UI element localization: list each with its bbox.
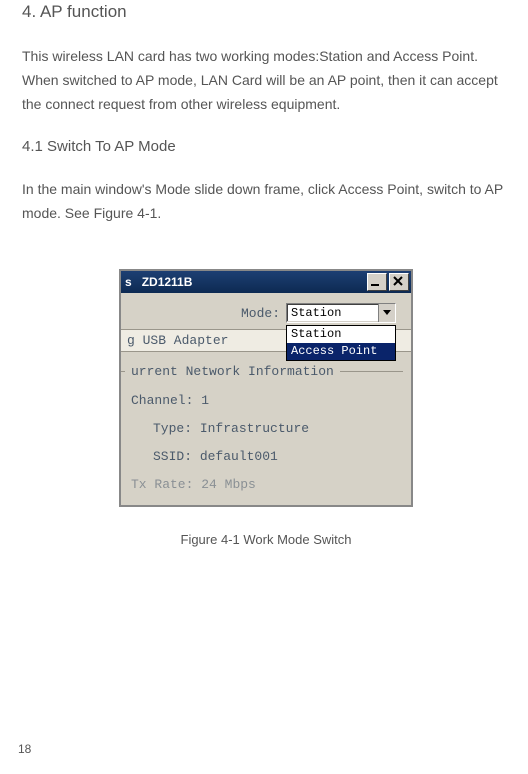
title-bar: s ZD1211B	[121, 271, 411, 293]
page: 4. AP function This wireless LAN card ha…	[0, 0, 528, 774]
device-name: ZD1211B	[142, 275, 193, 289]
window-buttons	[367, 273, 409, 291]
combobox-arrow-button[interactable]	[378, 304, 395, 322]
title-prefix: s	[125, 275, 132, 289]
type-row: Type: Infrastructure	[131, 415, 399, 443]
group-line	[121, 371, 125, 372]
txrate-value: 24 Mbps	[201, 477, 256, 492]
network-info-group: urrent Network Information Channel: 1 Ty…	[121, 364, 403, 505]
app-window: s ZD1211B	[119, 269, 413, 507]
mode-row: Mode: Station	[121, 293, 411, 329]
page-number: 18	[18, 742, 31, 756]
ssid-value: default001	[200, 449, 278, 464]
channel-label: Channel:	[131, 393, 193, 408]
figure: s ZD1211B	[22, 269, 510, 547]
ssid-label: SSID:	[153, 449, 192, 464]
minimize-button[interactable]	[367, 273, 387, 291]
close-icon	[390, 274, 406, 288]
section-title: 4. AP function	[22, 0, 510, 22]
mode-combobox[interactable]: Station	[286, 303, 396, 323]
ssid-row: SSID: default001	[131, 443, 399, 471]
channel-value: 1	[201, 393, 209, 408]
minimize-icon	[368, 274, 384, 288]
chevron-down-icon	[383, 310, 391, 316]
close-button[interactable]	[389, 273, 409, 291]
subsection-title: 4.1 Switch To AP Mode	[22, 138, 510, 155]
mode-label: Mode:	[241, 306, 280, 321]
window-title: s ZD1211B	[125, 275, 192, 289]
paragraph-2: In the main window's Mode slide down fra…	[22, 177, 510, 225]
txrate-label: Tx Rate:	[131, 477, 193, 492]
mode-option-access-point[interactable]: Access Point	[287, 343, 395, 360]
group-title: urrent Network Information	[131, 364, 334, 379]
group-line	[340, 371, 403, 372]
paragraph-1: This wireless LAN card has two working m…	[22, 44, 510, 116]
type-value: Infrastructure	[200, 421, 309, 436]
mode-option-station[interactable]: Station	[287, 326, 395, 343]
group-body: Channel: 1 Type: Infrastructure SSID: de…	[121, 379, 403, 505]
mode-dropdown: Station Access Point	[286, 325, 396, 361]
type-label: Type:	[153, 421, 192, 436]
figure-caption: Figure 4-1 Work Mode Switch	[22, 532, 510, 547]
group-header: urrent Network Information	[121, 364, 403, 379]
txrate-row: Tx Rate: 24 Mbps	[131, 471, 399, 499]
channel-row: Channel: 1	[131, 387, 399, 415]
mode-combobox-value: Station	[287, 304, 378, 322]
